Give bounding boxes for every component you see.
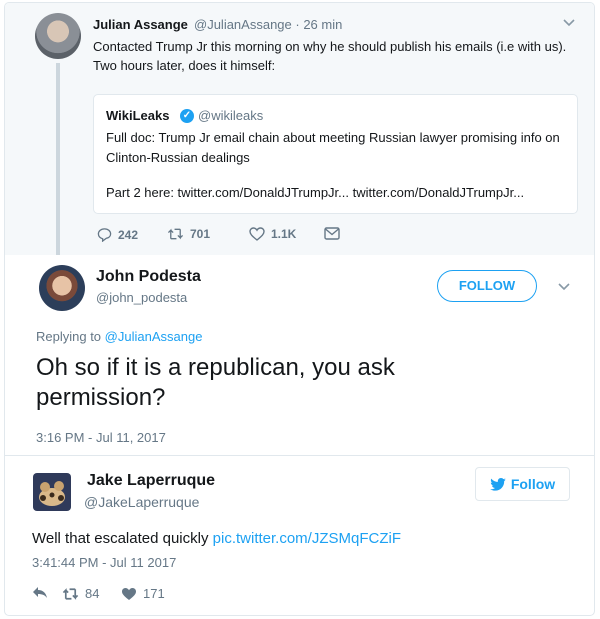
message-button[interactable]: [324, 227, 346, 240]
author-handle[interactable]: @JakeLaperruque: [84, 494, 199, 510]
avatar[interactable]: [33, 473, 71, 511]
chevron-down-icon[interactable]: [557, 279, 571, 293]
divider: [5, 455, 594, 456]
heart-icon: [249, 227, 265, 241]
like-button[interactable]: 1.1K: [249, 227, 296, 241]
handle-text: @JulianAssange: [194, 17, 292, 32]
replying-to-link[interactable]: @JulianAssange: [105, 329, 203, 344]
like-count: 171: [143, 586, 165, 601]
retweet-button[interactable]: 84: [62, 586, 99, 601]
tweet-body: Well that escalated quickly: [32, 530, 209, 547]
heart-icon: [122, 587, 136, 600]
like-count: 1.1K: [271, 227, 297, 241]
follow-button[interactable]: Follow: [475, 467, 570, 501]
quoted-thread[interactable]: Julian Assange @JulianAssange · 26 min C…: [5, 3, 594, 255]
retweet-icon: [167, 228, 184, 240]
author-name[interactable]: John Podesta: [96, 268, 201, 286]
tweet-time: · 26 min: [295, 17, 343, 32]
retweet-button[interactable]: 701: [167, 227, 210, 241]
retweet-icon: [62, 587, 79, 600]
author-handle[interactable]: @JulianAssange · 26 min: [194, 17, 342, 32]
avatar[interactable]: [35, 13, 81, 59]
quote-author-handle: @wikileaks: [198, 108, 264, 123]
retweet-count: 84: [85, 586, 100, 601]
tweet-embed: Julian Assange @JulianAssange · 26 min C…: [4, 2, 595, 616]
quote-links[interactable]: Part 2 here: twitter.com/DonaldJTrumpJr.…: [106, 185, 566, 200]
author-name[interactable]: Julian Assange: [93, 17, 188, 32]
chevron-down-icon[interactable]: [562, 15, 576, 29]
follow-button[interactable]: FOLLOW: [437, 270, 537, 302]
replying-to: Replying to @JulianAssange: [36, 329, 202, 344]
avatar[interactable]: [39, 265, 85, 311]
tweet-text: Contacted Trump Jr this morning on why h…: [93, 39, 567, 73]
twitter-bird-icon: [490, 477, 506, 491]
tweet-timestamp[interactable]: 3:16 PM - Jul 11, 2017: [36, 430, 166, 445]
replying-prefix: Replying to: [36, 329, 102, 344]
tweet-text: Well that escalated quickly pic.twitter.…: [32, 530, 401, 547]
pug-image: [39, 481, 65, 506]
retweet-count: 701: [190, 227, 211, 241]
quote-text: Full doc: Trump Jr email chain about mee…: [106, 130, 560, 165]
author-name[interactable]: Jake Laperruque: [87, 472, 215, 490]
reply-button[interactable]: 242: [97, 227, 138, 242]
reply-icon: [97, 228, 112, 242]
author-handle[interactable]: @john_podesta: [96, 290, 187, 305]
envelope-icon: [324, 227, 340, 240]
quote-author-name: WikiLeaks: [106, 108, 170, 123]
reply-arrow-icon: [33, 587, 47, 598]
pic-link[interactable]: pic.twitter.com/JZSMqFCZiF: [213, 530, 401, 547]
reply-button[interactable]: [32, 586, 54, 599]
verified-icon: ✓: [180, 109, 194, 123]
thread-line: [56, 63, 60, 255]
tweet-timestamp[interactable]: 3:41:44 PM - Jul 11 2017: [32, 555, 176, 570]
quoted-tweet-card[interactable]: WikiLeaks ✓ @wikileaks Full doc: Trump J…: [93, 94, 578, 214]
tweet-text: Oh so if it is a republican, you ask per…: [36, 354, 395, 411]
like-button[interactable]: 171: [121, 586, 165, 601]
reply-count: 242: [118, 227, 139, 242]
follow-label: Follow: [510, 476, 556, 492]
